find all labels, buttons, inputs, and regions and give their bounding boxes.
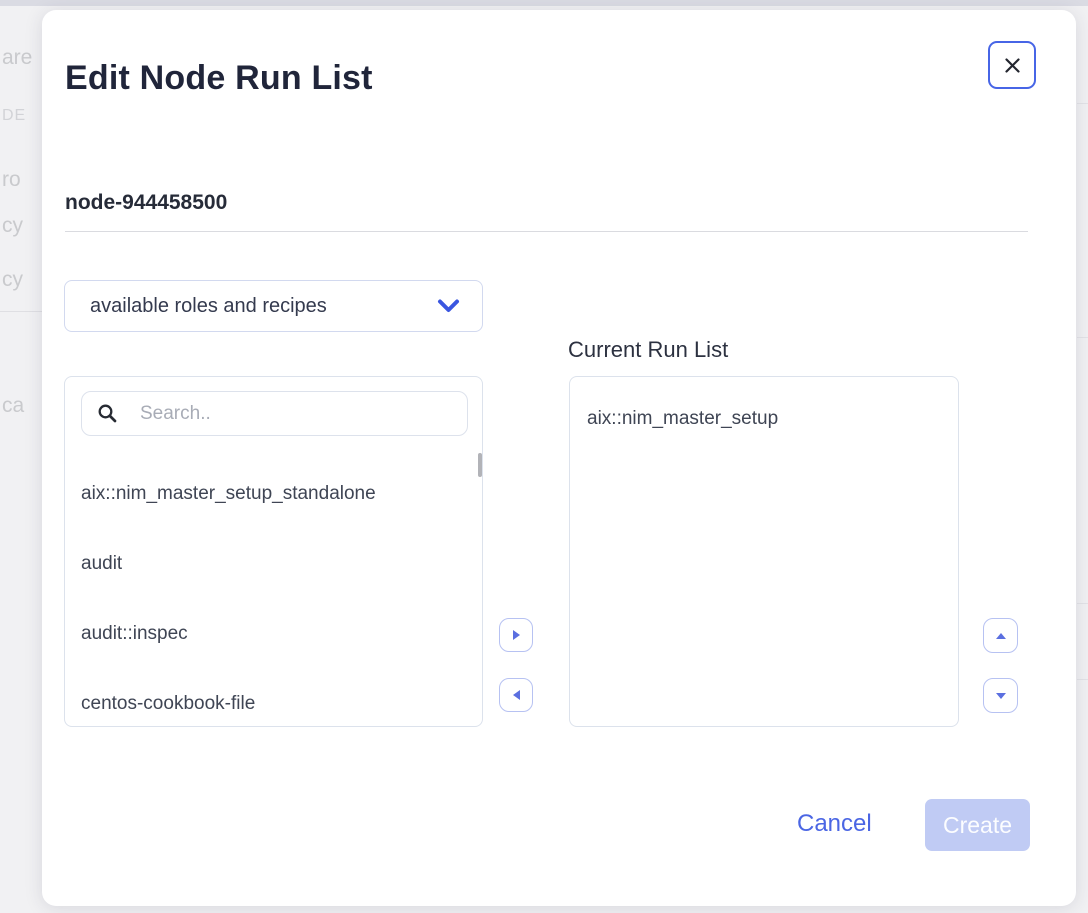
search-input[interactable] (140, 403, 440, 425)
background-divider (1077, 337, 1088, 338)
available-items-list: aix::nim_master_setup_standalone audit a… (65, 459, 482, 739)
move-right-button[interactable] (499, 618, 533, 652)
triangle-left-icon (513, 690, 520, 700)
current-run-list-heading: Current Run List (568, 337, 728, 363)
search-icon (97, 403, 118, 424)
modal-title: Edit Node Run List (65, 59, 373, 98)
list-item[interactable]: centos-cookbook-file (65, 669, 482, 739)
node-name: node-944458500 (65, 191, 227, 215)
roles-recipes-dropdown[interactable]: available roles and recipes (64, 280, 483, 332)
move-left-button[interactable] (499, 678, 533, 712)
dropdown-selected-label: available roles and recipes (90, 295, 437, 318)
create-button[interactable]: Create (925, 799, 1030, 851)
available-list-panel: aix::nim_master_setup_standalone audit a… (64, 376, 483, 727)
backdrop-top-band (0, 0, 1088, 6)
list-item[interactable]: aix::nim_master_setup (587, 391, 778, 447)
background-text-fragment: cy (2, 214, 23, 238)
background-divider (1077, 679, 1088, 680)
background-text-fragment: DE (2, 107, 26, 125)
current-run-list-panel: aix::nim_master_setup (569, 376, 959, 727)
triangle-right-icon (513, 630, 520, 640)
list-item[interactable]: aix::nim_master_setup_standalone (65, 459, 482, 529)
scrollbar-thumb[interactable] (478, 453, 482, 477)
list-item[interactable]: audit (65, 529, 482, 599)
background-divider (1077, 603, 1088, 604)
move-up-button[interactable] (983, 618, 1018, 653)
triangle-down-icon (996, 693, 1006, 699)
triangle-up-icon (996, 633, 1006, 639)
background-divider (1077, 103, 1088, 104)
background-text-fragment: ro (2, 168, 21, 192)
x-icon (1003, 56, 1022, 75)
background-text-fragment: are (2, 46, 32, 70)
background-text-fragment: cy (2, 268, 23, 292)
background-text-fragment: ca (2, 394, 24, 418)
list-item[interactable]: audit::inspec (65, 599, 482, 669)
search-box[interactable] (81, 391, 468, 436)
chevron-down-icon (437, 299, 460, 314)
move-down-button[interactable] (983, 678, 1018, 713)
close-button[interactable] (988, 41, 1036, 89)
cancel-button[interactable]: Cancel (797, 810, 872, 838)
page: are DE ro cy cy ca Edit Node Run List no… (0, 0, 1088, 913)
divider (65, 231, 1028, 232)
edit-node-run-list-modal: Edit Node Run List node-944458500 availa… (42, 10, 1076, 906)
background-divider (0, 311, 42, 312)
